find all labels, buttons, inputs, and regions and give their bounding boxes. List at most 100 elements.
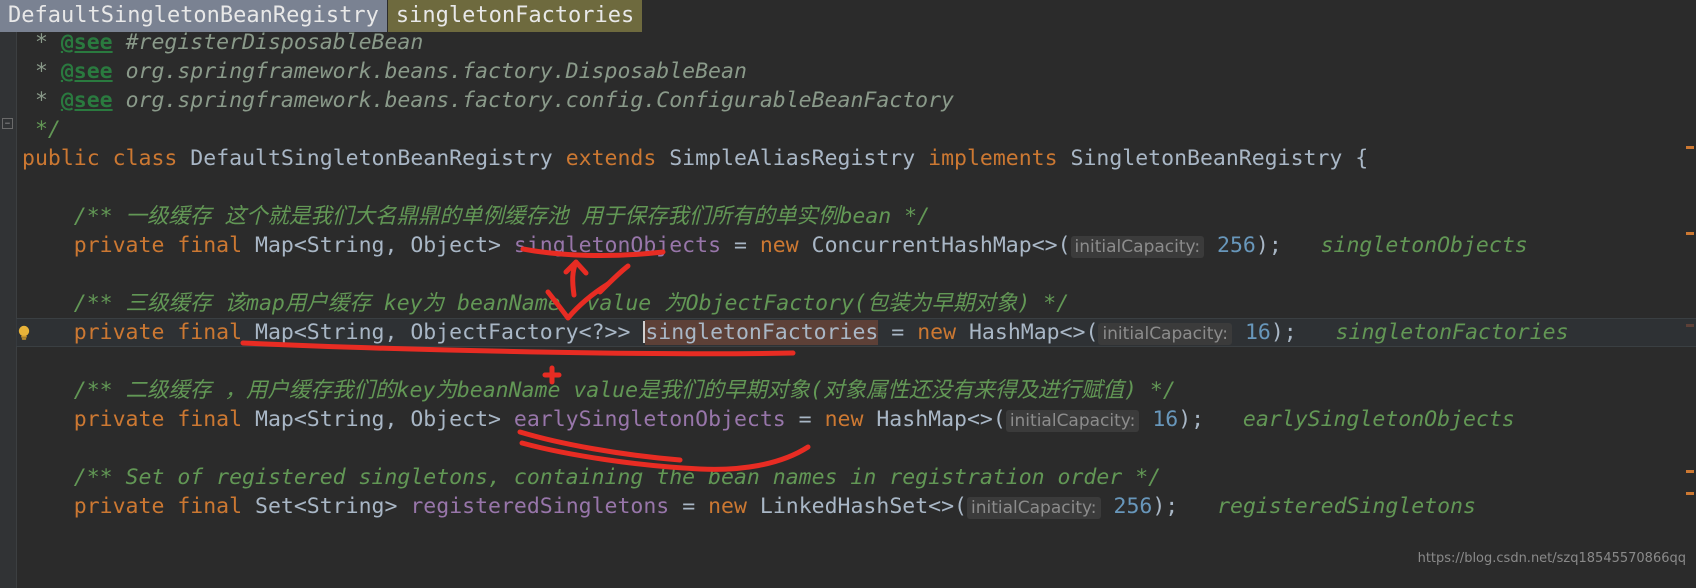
code-token: SingletonBeanRegistry { — [1057, 146, 1369, 171]
code-token: ); — [1152, 494, 1179, 519]
code-token: singletonObjects — [1281, 233, 1528, 258]
code-line-field-singleton-factories[interactable]: private final Map<String, ObjectFactory<… — [0, 318, 1696, 347]
code-token: ConcurrentHashMap<>( — [798, 233, 1071, 258]
code-token: new — [824, 407, 864, 432]
code-line-blank-4[interactable] — [0, 434, 1696, 463]
code-editor[interactable]: − * @see #registerDisposableBean * @see … — [0, 0, 1696, 588]
code-token: * — [22, 59, 61, 84]
code-token: = — [785, 407, 825, 432]
error-marker-strip[interactable] — [1684, 0, 1696, 588]
code-token: public — [22, 146, 100, 171]
code-token: org.springframework.beans.factory.config… — [112, 88, 954, 113]
code-token: registeredSingletons — [1178, 494, 1476, 519]
code-token: initialCapacity: — [967, 497, 1101, 519]
code-token: Map<String, Object> — [242, 233, 514, 258]
code-token: ); — [1270, 320, 1297, 345]
code-line-doc-see-configurable-bean-factory[interactable]: * @see org.springframework.beans.factory… — [0, 86, 1696, 115]
code-token: */ — [22, 117, 61, 142]
code-token: /** 二级缓存 ，用户缓存我们的key为beanName value是我们的早… — [22, 378, 1176, 403]
code-token: extends — [565, 146, 657, 171]
code-token: private — [73, 494, 165, 519]
marker-info-2[interactable] — [1686, 470, 1694, 473]
code-token: final — [177, 320, 243, 345]
code-token: singletonFactories — [1296, 320, 1569, 345]
code-token: final — [177, 407, 243, 432]
code-line-doc-see-disposable-bean[interactable]: * @see org.springframework.beans.factory… — [0, 57, 1696, 86]
code-token: = — [878, 320, 918, 345]
code-token: final — [177, 233, 243, 258]
code-token: 16 — [1244, 320, 1271, 345]
code-token: @see — [60, 30, 113, 55]
code-token: final — [177, 494, 243, 519]
code-line-blank-3[interactable] — [0, 347, 1696, 376]
code-token: @see — [60, 59, 113, 84]
code-token: new — [708, 494, 747, 519]
code-token: private — [73, 233, 165, 258]
code-token: singletonFactories — [645, 320, 879, 345]
code-token: ); — [1255, 233, 1282, 258]
breadcrumb-item-class[interactable]: DefaultSingletonBeanRegistry — [0, 0, 388, 32]
code-token: 256 — [1217, 233, 1256, 258]
code-line-doc-close[interactable]: */ — [0, 115, 1696, 144]
code-token: earlySingletonObjects — [513, 407, 786, 432]
marker-warning-2[interactable] — [1686, 232, 1694, 235]
code-token: /** 一级缓存 这个就是我们大名鼎鼎的单例缓存池 用于保存我们所有的单实例be… — [22, 204, 931, 229]
code-token: /** Set of registered singletons, contai… — [22, 465, 1162, 490]
code-token: new — [917, 320, 957, 345]
code-token: org.springframework.beans.factory.Dispos… — [112, 59, 747, 84]
code-token: SimpleAliasRegistry — [656, 146, 929, 171]
code-token: LinkedHashSet<>( — [746, 494, 967, 519]
code-line-field-registered-singletons[interactable]: private final Set<String> registeredSing… — [0, 492, 1696, 521]
code-token: ); — [1178, 407, 1205, 432]
marker-info-3[interactable] — [1686, 492, 1694, 495]
code-token: initialCapacity: — [1005, 410, 1140, 432]
code-token: initialCapacity: — [1070, 236, 1205, 258]
code-token: = — [669, 494, 709, 519]
code-token: @see — [60, 88, 113, 113]
code-line-comment-level-three-cache[interactable]: /** 三级缓存 该map用户缓存 key为 beanName value 为O… — [0, 289, 1696, 318]
code-content[interactable]: * @see #registerDisposableBean * @see or… — [0, 0, 1696, 588]
code-line-class-declaration[interactable]: public class DefaultSingletonBeanRegistr… — [0, 144, 1696, 173]
code-token: private — [73, 320, 165, 345]
code-token: Map<String, ObjectFactory<?>> — [242, 320, 644, 345]
code-token: earlySingletonObjects — [1204, 407, 1515, 432]
code-line-blank-2[interactable] — [0, 260, 1696, 289]
code-line-field-singleton-objects[interactable]: private final Map<String, Object> single… — [0, 231, 1696, 260]
code-token: new — [759, 233, 799, 258]
code-token: 16 — [1152, 407, 1179, 432]
code-token: initialCapacity: — [1098, 323, 1232, 345]
code-token: HashMap<>( — [956, 320, 1099, 345]
code-line-blank-1[interactable] — [0, 173, 1696, 202]
code-line-comment-level-one-cache[interactable]: /** 一级缓存 这个就是我们大名鼎鼎的单例缓存池 用于保存我们所有的单实例be… — [0, 202, 1696, 231]
code-token: 256 — [1113, 494, 1153, 519]
code-token: #registerDisposableBean — [112, 30, 424, 55]
marker-info[interactable] — [1686, 324, 1694, 327]
code-token: /** 三级缓存 该map用户缓存 key为 beanName value 为O… — [22, 291, 1070, 316]
code-token: singletonObjects — [513, 233, 722, 258]
code-token: Map<String, Object> — [242, 407, 514, 432]
code-token: registeredSingletons — [410, 494, 670, 519]
code-token: * — [22, 30, 61, 55]
code-token: private — [73, 407, 165, 432]
code-line-field-early-singleton-objects[interactable]: private final Map<String, Object> earlyS… — [0, 405, 1696, 434]
code-line-comment-registered-singletons[interactable]: /** Set of registered singletons, contai… — [0, 463, 1696, 492]
code-line-comment-level-two-cache[interactable]: /** 二级缓存 ，用户缓存我们的key为beanName value是我们的早… — [0, 376, 1696, 405]
watermark: https://blog.csdn.net/szq18545570866qq — [1417, 551, 1686, 566]
code-token: class — [112, 146, 178, 171]
breadcrumb-item-field[interactable]: singletonFactories — [387, 0, 643, 32]
breadcrumb[interactable]: DefaultSingletonBeanRegistry singletonFa… — [0, 0, 643, 32]
marker-warning[interactable] — [1686, 146, 1694, 149]
code-line-doc-see-register-disposable-bean[interactable]: * @see #registerDisposableBean — [0, 28, 1696, 57]
code-token: DefaultSingletonBeanRegistry — [177, 146, 566, 171]
